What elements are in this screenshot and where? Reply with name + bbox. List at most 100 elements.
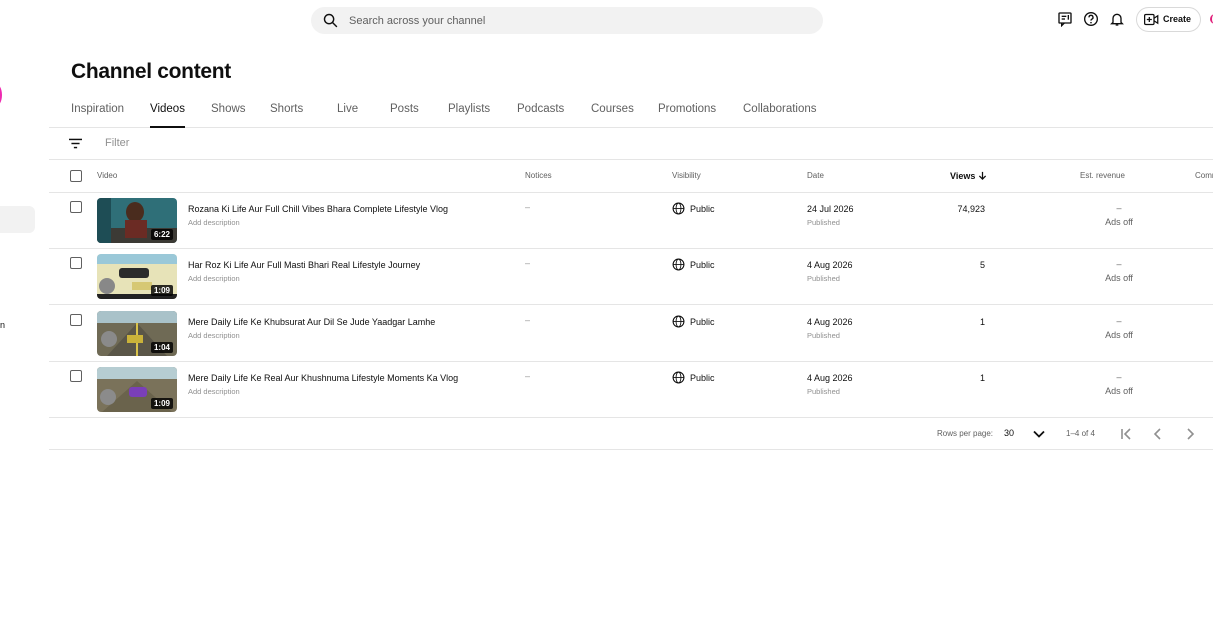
sort-down-arrow-icon: [979, 171, 987, 180]
revenue-value: –: [1116, 259, 1122, 269]
video-title[interactable]: Mere Daily Life Ke Khubsurat Aur Dil Se …: [188, 317, 435, 327]
video-thumbnail[interactable]: 1:09: [97, 367, 177, 412]
help-icon[interactable]: [1083, 11, 1099, 27]
chevron-down-icon[interactable]: [1032, 428, 1046, 440]
globe-icon: [672, 315, 685, 328]
create-button[interactable]: Create: [1136, 7, 1201, 32]
tab-playlists[interactable]: Playlists: [448, 103, 490, 115]
tab-promotions[interactable]: Promotions: [658, 103, 716, 115]
column-views[interactable]: Views: [950, 171, 987, 181]
table-row[interactable]: 1:09 Mere Daily Life Ke Real Aur Khushnu…: [49, 362, 1213, 418]
publish-status: Published: [807, 331, 840, 340]
pagination-bar: Rows per page: 30 1–4 of 4: [49, 418, 1213, 450]
search-box[interactable]: [311, 7, 823, 34]
table-header: Video Notices Visibility Date Views Est.…: [49, 160, 1213, 193]
views-value: 74,923: [957, 204, 985, 214]
video-description[interactable]: Add description: [188, 331, 240, 340]
ads-status: Ads off: [1105, 330, 1133, 340]
revenue-value: –: [1116, 372, 1122, 382]
notices-value: –: [525, 202, 531, 212]
column-date[interactable]: Date: [807, 171, 824, 180]
row-checkbox[interactable]: [70, 257, 82, 269]
column-visibility: Visibility: [672, 171, 701, 180]
duration-badge: 1:09: [150, 398, 173, 409]
video-description[interactable]: Add description: [188, 387, 240, 396]
previous-page-icon[interactable]: [1150, 426, 1166, 442]
notices-value: –: [525, 315, 531, 325]
feedback-icon[interactable]: [1057, 11, 1073, 27]
content-tabs: Inspiration Videos Shows Shorts Live Pos…: [49, 96, 1213, 128]
notices-value: –: [525, 371, 531, 381]
tab-shorts[interactable]: Shorts: [270, 103, 303, 115]
table-row[interactable]: 1:04 Mere Daily Life Ke Khubsurat Aur Di…: [49, 306, 1213, 362]
visibility-value[interactable]: Public: [690, 204, 715, 214]
ads-status: Ads off: [1105, 217, 1133, 227]
rows-per-page-label: Rows per page:: [937, 429, 994, 438]
row-checkbox[interactable]: [70, 370, 82, 382]
top-bar: Create: [0, 0, 1213, 40]
row-checkbox[interactable]: [70, 314, 82, 326]
rows-per-page-select[interactable]: 30: [1004, 428, 1014, 438]
ads-status: Ads off: [1105, 273, 1133, 283]
tab-courses[interactable]: Courses: [591, 103, 634, 115]
video-description[interactable]: Add description: [188, 218, 240, 227]
tab-collaborations[interactable]: Collaborations: [743, 103, 817, 115]
tab-podcasts[interactable]: Podcasts: [517, 103, 564, 115]
video-title[interactable]: Mere Daily Life Ke Real Aur Khushnuma Li…: [188, 373, 458, 383]
video-title[interactable]: Har Roz Ki Life Aur Full Masti Bhari Rea…: [188, 260, 420, 270]
create-video-icon: [1144, 13, 1159, 26]
visibility-value[interactable]: Public: [690, 260, 715, 270]
page-range: 1–4 of 4: [1066, 429, 1095, 438]
globe-icon: [672, 202, 685, 215]
search-input[interactable]: [349, 7, 809, 34]
duration-badge: 1:04: [150, 342, 173, 353]
first-page-icon[interactable]: [1119, 426, 1135, 442]
video-thumbnail[interactable]: 1:04: [97, 311, 177, 356]
date-value: 4 Aug 2026: [807, 260, 853, 270]
table-row[interactable]: 1:09 Har Roz Ki Life Aur Full Masti Bhar…: [49, 249, 1213, 305]
tab-posts[interactable]: Posts: [390, 103, 419, 115]
notices-value: –: [525, 258, 531, 268]
duration-badge: 6:22: [150, 229, 173, 240]
globe-icon: [672, 258, 685, 271]
duration-badge: 1:09: [150, 285, 173, 296]
tab-inspiration[interactable]: Inspiration: [71, 103, 124, 115]
visibility-value[interactable]: Public: [690, 373, 715, 383]
date-value: 24 Jul 2026: [807, 204, 854, 214]
tab-videos[interactable]: Videos: [150, 103, 185, 115]
filter-bar: Filter: [49, 128, 1213, 160]
channel-avatar[interactable]: [0, 83, 2, 107]
video-title[interactable]: Rozana Ki Life Aur Full Chill Vibes Bhar…: [188, 204, 448, 214]
column-comments[interactable]: Comm: [1195, 171, 1213, 180]
column-views-label: Views: [950, 171, 976, 181]
visibility-value[interactable]: Public: [690, 317, 715, 327]
views-value: 5: [979, 260, 985, 270]
column-video: Video: [97, 171, 118, 180]
views-value: 1: [979, 317, 985, 327]
date-value: 4 Aug 2026: [807, 373, 853, 383]
create-label: Create: [1163, 14, 1192, 24]
publish-status: Published: [807, 218, 840, 227]
publish-status: Published: [807, 274, 840, 283]
page-title: Channel content: [71, 60, 232, 83]
tab-live[interactable]: Live: [337, 103, 358, 115]
video-description[interactable]: Add description: [188, 274, 240, 283]
publish-status: Published: [807, 387, 840, 396]
video-thumbnail[interactable]: 1:09: [97, 254, 177, 299]
row-checkbox[interactable]: [70, 201, 82, 213]
filter-input[interactable]: Filter: [105, 137, 129, 149]
notifications-bell-icon[interactable]: [1109, 11, 1125, 27]
filter-icon[interactable]: [69, 138, 82, 149]
search-icon[interactable]: [322, 12, 339, 29]
tab-shows[interactable]: Shows: [211, 103, 246, 115]
select-all-checkbox[interactable]: [70, 170, 82, 182]
ads-status: Ads off: [1105, 386, 1133, 396]
column-notices: Notices: [525, 171, 552, 180]
sidebar-item-content-selected[interactable]: [0, 206, 35, 233]
column-est-revenue[interactable]: Est. revenue: [1080, 171, 1125, 180]
revenue-value: –: [1116, 203, 1122, 213]
video-thumbnail[interactable]: 6:22: [97, 198, 177, 243]
date-value: 4 Aug 2026: [807, 317, 853, 327]
next-page-icon[interactable]: [1182, 426, 1198, 442]
table-row[interactable]: 6:22 Rozana Ki Life Aur Full Chill Vibes…: [49, 193, 1213, 249]
